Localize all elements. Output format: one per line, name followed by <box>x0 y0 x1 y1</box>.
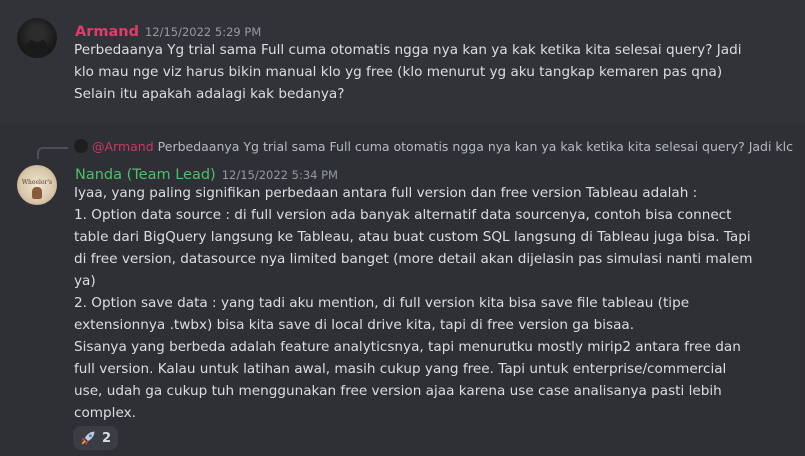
message-content: Iyaa, yang paling signifikan perbedaan a… <box>74 182 753 424</box>
message-line: ya) <box>74 273 96 289</box>
username[interactable]: Nanda (Team Lead) <box>75 167 216 183</box>
message-line: extensionnya .twbx) bisa kita save di lo… <box>74 317 635 333</box>
reply-mention[interactable]: @Armand <box>92 139 154 154</box>
reply-avatar <box>74 139 88 153</box>
message-line: complex. <box>74 405 136 421</box>
message-line: di free version, datasource nya limited … <box>74 251 753 267</box>
message-line: full version. Kalau untuk latihan awal, … <box>74 361 727 377</box>
message-armand: Armand 12/15/2022 5:29 PM Perbedaanya Yg … <box>0 0 805 124</box>
message-line: 2. Option save data : yang tadi aku ment… <box>74 295 690 311</box>
username[interactable]: Armand <box>75 24 139 40</box>
message-line: use, udah ga cukup tuh menggunakan free … <box>74 383 722 399</box>
avatar-figure <box>30 28 44 42</box>
message-header: Nanda (Team Lead) 12/15/2022 5:34 PM <box>75 164 338 183</box>
avatar[interactable]: Wheeler's <box>17 165 57 205</box>
avatar-logo-figure <box>32 187 42 199</box>
message-header: Armand 12/15/2022 5:29 PM <box>75 21 261 40</box>
reply-preview[interactable]: @Armand Perbedaanya Yg trial sama Full c… <box>74 139 793 154</box>
message-nanda: @Armand Perbedaanya Yg trial sama Full c… <box>0 124 805 456</box>
timestamp: 12/15/2022 5:34 PM <box>221 168 338 182</box>
reply-preview-text: Perbedaanya Yg trial sama Full cuma otom… <box>157 139 794 154</box>
avatar-logo-text: Wheeler's <box>21 179 53 186</box>
message-line: Sisanya yang berbeda adalah feature anal… <box>74 339 741 355</box>
message-line: table dari BigQuery langsung ke Tableau,… <box>74 229 751 245</box>
reaction-count: 2 <box>102 430 112 446</box>
reaction-rocket[interactable]: 2 <box>73 426 119 450</box>
message-line: 1. Option data source : di full version … <box>74 207 732 223</box>
message-line: Iyaa, yang paling signifikan perbedaan a… <box>74 185 698 201</box>
message-line: klo mau nge viz harus bikin manual klo y… <box>74 64 723 80</box>
rocket-icon <box>80 430 96 446</box>
message-line: Selain itu apakah adalagi kak bedanya? <box>74 86 345 102</box>
message-content: Perbedaanya Yg trial sama Full cuma otom… <box>74 39 794 105</box>
reply-connector <box>37 147 68 159</box>
avatar[interactable] <box>17 18 57 58</box>
timestamp: 12/15/2022 5:29 PM <box>144 25 262 39</box>
message-line: Perbedaanya Yg trial sama Full cuma otom… <box>74 42 742 58</box>
